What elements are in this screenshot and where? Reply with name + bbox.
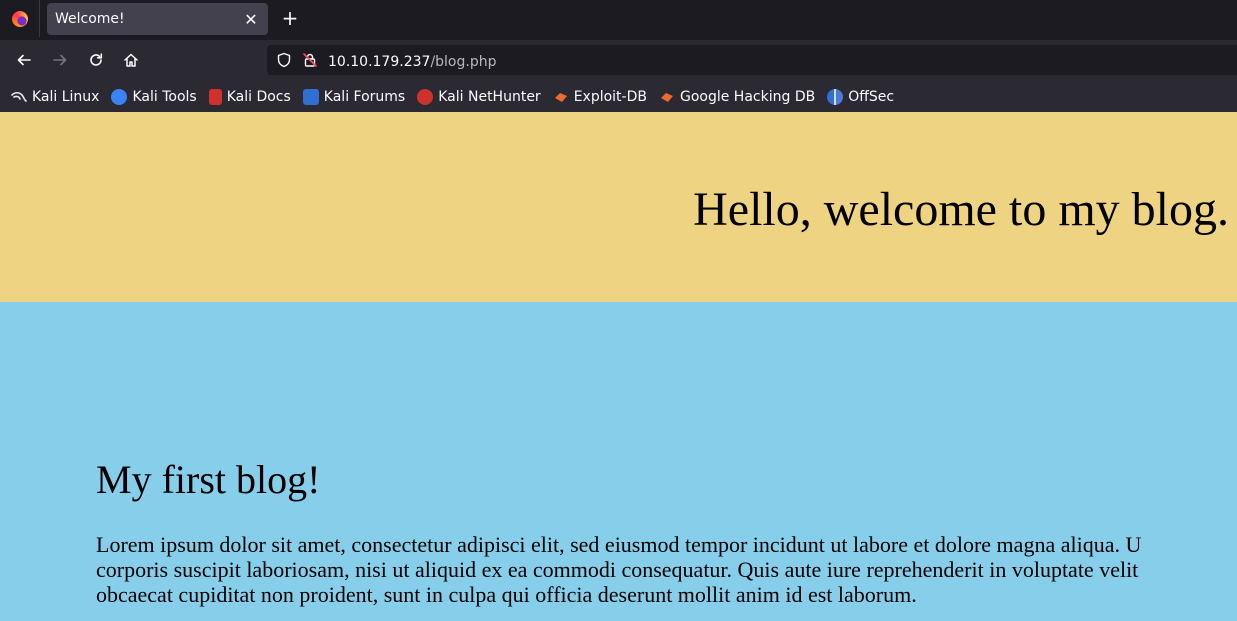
bookmark-label: Kali Docs [226, 88, 291, 105]
bookmark-label: Kali Tools [132, 88, 197, 105]
bookmark-label: Kali NetHunter [438, 88, 541, 105]
forward-arrow-icon [53, 54, 67, 66]
reload-icon [90, 53, 103, 66]
kali-dragon-icon [11, 89, 27, 105]
web-page: Hello, welcome to my blog. My first blog… [0, 112, 1237, 621]
bookmark-label: Google Hacking DB [679, 88, 816, 105]
bookmarks-toolbar: Kali Linux Kali Tools Kali Docs Kali For… [0, 81, 1237, 112]
back-arrow-icon [17, 54, 31, 66]
url-text[interactable]: 10.10.179.237/blog.php [328, 51, 496, 70]
url-path: /blog.php [430, 53, 497, 70]
bookmark-label: Kali Forums [323, 88, 406, 105]
bookmark-offsec[interactable]: OffSec [827, 85, 894, 109]
bookmark-google-hacking-db[interactable]: Google Hacking DB [659, 85, 815, 109]
url-host: 10.10.179.237 [328, 53, 431, 70]
home-button[interactable] [120, 49, 142, 71]
exploit-db-icon [553, 89, 569, 105]
post-body-line: Lorem ipsum dolor sit amet, consectetur … [96, 532, 1142, 557]
insecure-lock-icon[interactable] [302, 52, 318, 68]
home-icon [124, 53, 138, 67]
tab-strip: Welcome! ✕ + [0, 0, 1237, 40]
tab-welcome[interactable]: Welcome! ✕ [47, 3, 268, 35]
post-body-line: obcaecat cupiditat non proident, sunt in… [96, 582, 917, 607]
new-tab-button[interactable]: + [280, 6, 300, 30]
blog-welcome-heading: Hello, welcome to my blog. [693, 183, 1229, 236]
url-bar[interactable]: 10.10.179.237/blog.php [267, 45, 1237, 75]
kali-forums-icon [302, 88, 319, 105]
ghdb-icon [659, 89, 675, 105]
bookmark-kali-docs[interactable]: Kali Docs [208, 85, 291, 109]
kali-docs-icon [208, 88, 222, 105]
reload-button[interactable] [85, 49, 107, 71]
close-tab-icon[interactable]: ✕ [242, 10, 260, 29]
firefox-icon [11, 10, 28, 27]
bookmark-exploit-db[interactable]: Exploit-DB [553, 85, 647, 109]
bookmark-kali-linux[interactable]: Kali Linux [11, 85, 99, 109]
tracking-protection-shield-icon[interactable] [276, 52, 292, 68]
nethunter-icon [417, 88, 434, 105]
bookmark-label: OffSec [848, 88, 895, 105]
blog-header: Hello, welcome to my blog. [0, 112, 1237, 302]
post-title: My first blog! [96, 457, 321, 502]
bookmark-kali-tools[interactable]: Kali Tools [111, 85, 197, 109]
firefox-view-button[interactable] [0, 0, 40, 37]
post-body-line: corporis suscipit laboriosam, nisi ut al… [96, 557, 1139, 582]
offsec-icon [827, 88, 844, 105]
bookmark-kali-forums[interactable]: Kali Forums [302, 85, 406, 109]
bookmark-label: Kali Linux [32, 88, 100, 105]
navigation-bar: 10.10.179.237/blog.php [0, 40, 1237, 81]
bookmark-kali-nethunter[interactable]: Kali NetHunter [417, 85, 541, 109]
back-button[interactable] [13, 49, 35, 71]
bookmark-label: Exploit-DB [573, 88, 647, 105]
tab-title: Welcome! [55, 11, 125, 27]
post-body: Lorem ipsum dolor sit amet, consectetur … [96, 532, 1237, 607]
forward-button[interactable] [49, 49, 71, 71]
kali-tools-icon [111, 88, 128, 105]
